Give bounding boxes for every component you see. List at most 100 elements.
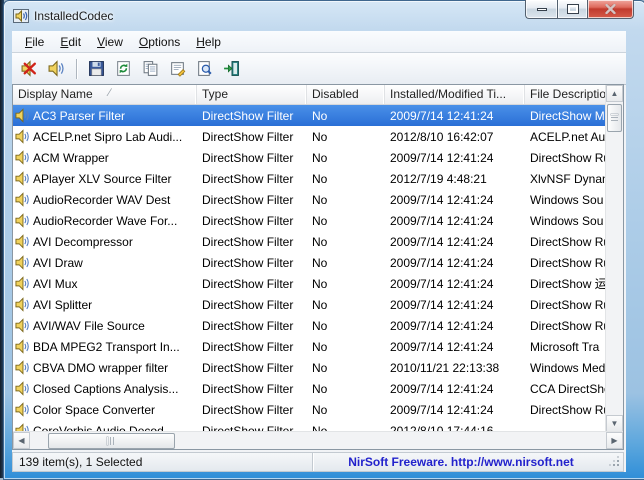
table-row[interactable]: ACELP.net Sipro Lab Audi...DirectShow Fi… (13, 126, 623, 147)
maximize-button[interactable] (557, 0, 588, 19)
speaker-icon (15, 150, 30, 165)
table-row[interactable]: AVI MuxDirectShow FilterNo2009/7/14 12:4… (13, 273, 623, 294)
minimize-icon (537, 8, 547, 11)
codec-name: AVI Mux (33, 277, 77, 291)
cell-installed: 2009/7/14 12:41:24 (385, 235, 525, 249)
scroll-up-button[interactable]: ▲ (606, 85, 623, 102)
close-icon (605, 4, 616, 14)
cell-installed: 2009/7/14 12:41:24 (385, 109, 525, 123)
cell-installed: 2009/7/14 12:41:24 (385, 256, 525, 270)
properties-icon (169, 60, 186, 77)
cell-disabled: No (307, 109, 385, 123)
cell-display-name: AVI Decompressor (13, 234, 197, 249)
enable-selected-codec-button[interactable] (45, 57, 68, 80)
cell-display-name: APlayer XLV Source Filter (13, 171, 197, 186)
column-header-label: Installed/Modified Ti... (390, 87, 506, 104)
speaker-icon (15, 276, 30, 291)
close-button[interactable] (588, 0, 634, 19)
vertical-scrollbar[interactable]: ▲ ▼ (605, 85, 623, 432)
cell-type: DirectShow Filter (197, 235, 307, 249)
status-bar: 139 item(s), 1 Selected NirSoft Freeware… (12, 452, 624, 472)
table-row[interactable]: AVI DrawDirectShow FilterNo2009/7/14 12:… (13, 252, 623, 273)
cell-disabled: No (307, 151, 385, 165)
table-row[interactable]: AVI DecompressorDirectShow FilterNo2009/… (13, 231, 623, 252)
table-row[interactable]: BDA MPEG2 Transport In... DirectShow Filt… (13, 336, 623, 357)
vertical-scroll-thumb[interactable] (607, 104, 622, 132)
title-bar[interactable]: InstalledCodec (4, 1, 644, 31)
scroll-left-button[interactable]: ◀ (13, 432, 30, 449)
column-header-type[interactable]: Type (197, 85, 307, 104)
refresh-button[interactable] (112, 57, 135, 80)
speaker-muted-icon (21, 60, 38, 77)
find-button[interactable] (193, 57, 216, 80)
horizontal-scrollbar[interactable]: ◀ ▶ (13, 431, 623, 449)
toolbar (12, 53, 626, 85)
table-row[interactable]: Color Space ConverterDirectShow FilterNo… (13, 399, 623, 420)
cell-disabled: No (307, 382, 385, 396)
horizontal-scroll-track[interactable] (30, 432, 606, 449)
table-row[interactable]: Closed Captions Analysis...DirectShow Fi… (13, 378, 623, 399)
menu-options[interactable]: Options (131, 32, 188, 52)
scroll-right-button[interactable]: ▶ (606, 432, 623, 449)
menu-view[interactable]: View (89, 32, 131, 52)
menu-file[interactable]: File (17, 32, 52, 52)
table-row[interactable]: CBVA DMO wrapper filterDirectShow Filter… (13, 357, 623, 378)
speaker-icon (15, 234, 30, 249)
refresh-icon (115, 60, 132, 77)
cell-installed: 2009/7/14 12:41:24 (385, 193, 525, 207)
table-row[interactable]: AudioRecorder Wave For...DirectShow Filt… (13, 210, 623, 231)
codec-name: ACM Wrapper (33, 151, 109, 165)
codec-name: BDA MPEG2 Transport In... (33, 340, 180, 354)
cell-disabled: No (307, 298, 385, 312)
save-report-button[interactable] (85, 57, 108, 80)
column-header-installed-modified-ti-[interactable]: Installed/Modified Ti... (385, 85, 525, 104)
codec-name: ACELP.net Sipro Lab Audi... (33, 130, 182, 144)
table-row[interactable]: AVI/WAV File SourceDirectShow FilterNo20… (13, 315, 623, 336)
table-body: AC3 Parser FilterDirectShow FilterNo2009… (13, 105, 623, 435)
cell-type: DirectShow Filter (197, 340, 307, 354)
copy-button[interactable] (139, 57, 162, 80)
find-icon (196, 60, 213, 77)
resize-grip-icon[interactable] (609, 456, 621, 468)
table-row[interactable]: AudioRecorder WAV DestDirectShow FilterN… (13, 189, 623, 210)
cell-disabled: No (307, 340, 385, 354)
horizontal-scroll-thumb[interactable] (48, 433, 175, 449)
codec-name: AVI/WAV File Source (33, 319, 145, 333)
codec-name: AC3 Parser Filter (33, 109, 125, 123)
exit-button[interactable] (220, 57, 243, 80)
client-area: FileEditViewOptionsHelp (12, 31, 626, 472)
sort-ascending-icon: ∕ (109, 87, 111, 104)
column-header-label: Disabled (312, 87, 359, 104)
column-header-disabled[interactable]: Disabled (307, 85, 385, 104)
table-row[interactable]: ACM WrapperDirectShow FilterNo2009/7/14 … (13, 147, 623, 168)
toolbar-separator (76, 59, 77, 79)
table-row[interactable]: AC3 Parser Filter DirectShow FilterNo2009… (13, 105, 623, 126)
properties-button[interactable] (166, 57, 189, 80)
copy-icon (142, 60, 159, 77)
minimize-button[interactable] (525, 0, 557, 19)
menu-edit[interactable]: Edit (52, 32, 89, 52)
scroll-down-button[interactable]: ▼ (606, 415, 623, 432)
speaker-icon (15, 402, 30, 417)
codec-name: AudioRecorder Wave For... (33, 214, 177, 228)
cell-display-name: Closed Captions Analysis... (13, 381, 197, 396)
disable-selected-codec-button[interactable] (18, 57, 41, 80)
cell-display-name: CBVA DMO wrapper filter (13, 360, 197, 375)
cell-installed: 2009/7/14 12:41:24 (385, 319, 525, 333)
cell-display-name: AVI Mux (13, 276, 197, 291)
cell-display-name: AVI Draw (13, 255, 197, 270)
cell-type: DirectShow Filter (197, 256, 307, 270)
table-row[interactable]: AVI SplitterDirectShow FilterNo2009/7/14… (13, 294, 623, 315)
menu-help[interactable]: Help (188, 32, 229, 52)
cell-type: DirectShow Filter (197, 382, 307, 396)
speaker-icon (48, 60, 65, 77)
exit-icon (223, 60, 240, 77)
cell-installed: 2012/7/19 4:48:21 (385, 172, 525, 186)
menu-bar: FileEditViewOptionsHelp (12, 31, 626, 53)
column-header-display-name[interactable]: Display Name ∕ (13, 85, 197, 104)
cell-type: DirectShow Filter (197, 109, 307, 123)
speaker-icon (15, 318, 30, 333)
nirsoft-freeware-link[interactable]: NirSoft Freeware. http://www.nirsoft.net (313, 455, 609, 469)
table-row[interactable]: APlayer XLV Source FilterDirectShow Filt… (13, 168, 623, 189)
column-header-label: Display Name (18, 87, 93, 104)
